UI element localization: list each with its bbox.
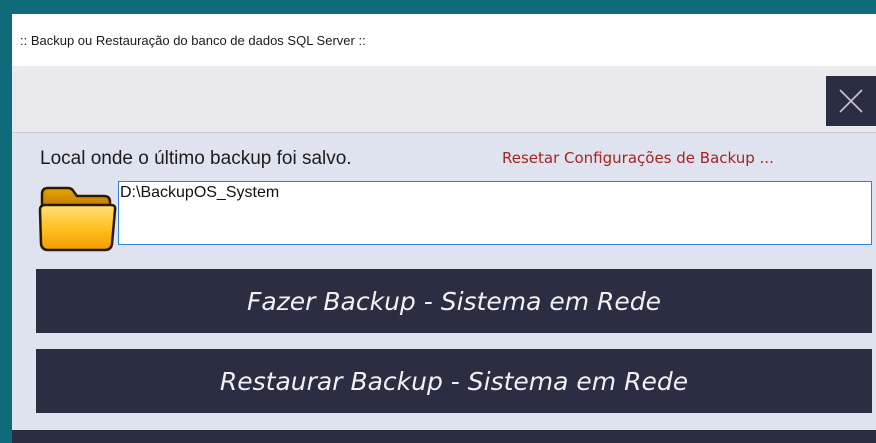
folder-icon[interactable] [36,182,120,254]
reset-backup-settings-link[interactable]: Resetar Configurações de Backup ... [502,149,774,167]
bottom-bar [12,430,876,443]
do-backup-button[interactable]: Fazer Backup - Sistema em Rede [36,269,872,333]
close-icon [839,89,863,113]
backup-restore-window: :: Backup ou Restauração do banco de dad… [12,14,876,443]
title-bar: :: Backup ou Restauração do banco de dad… [12,14,876,66]
close-button[interactable] [826,76,876,126]
backup-path-input[interactable]: D:\BackupOS_System [118,181,872,245]
restore-backup-button[interactable]: Restaurar Backup - Sistema em Rede [36,349,872,413]
window-title: :: Backup ou Restauração do banco de dad… [20,33,366,48]
toolbar-strip [12,66,876,133]
last-backup-location-label: Local onde o último backup foi salvo. [40,148,352,169]
